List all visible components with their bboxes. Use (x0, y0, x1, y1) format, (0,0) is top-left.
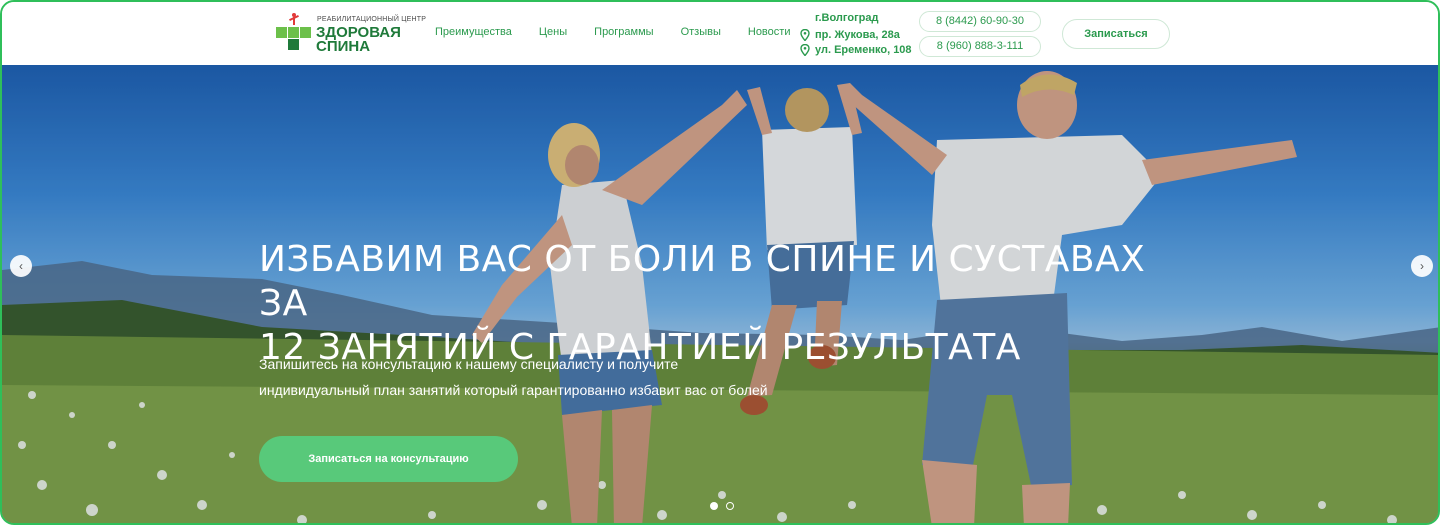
phone-2[interactable]: 8 (960) 888-3-111 (919, 36, 1041, 57)
address-location-2-text: ул. Еременко, 108 (815, 44, 912, 56)
chevron-right-icon: › (1420, 259, 1424, 273)
nav-item-news[interactable]: Новости (748, 26, 791, 38)
hero-subtitle: Запишитесь на консультацию к нашему спец… (259, 351, 819, 403)
address-location-1-text: пр. Жукова, 28а (815, 29, 900, 41)
chevron-left-icon: ‹ (19, 259, 23, 273)
phone-1[interactable]: 8 (8442) 60-90-30 (919, 11, 1041, 32)
slider-dot-2[interactable] (726, 502, 734, 510)
consultation-button[interactable]: Записаться на консультацию (259, 436, 518, 482)
slider-next-button[interactable]: › (1411, 255, 1433, 277)
signup-button[interactable]: Записаться (1062, 19, 1170, 49)
logo-kicker: РЕАБИЛИТАЦИОННЫЙ ЦЕНТР (317, 16, 427, 23)
slider-dot-1[interactable] (710, 502, 718, 510)
logo-title-line2: СПИНА (316, 38, 371, 55)
slider-prev-button[interactable]: ‹ (10, 255, 32, 277)
nav-item-programs[interactable]: Программы (594, 26, 653, 38)
nav-item-reviews[interactable]: Отзывы (681, 26, 721, 38)
site-header: РЕАБИЛИТАЦИОННЫЙ ЦЕНТР ЗДОРОВАЯ СПИНА Пр… (2, 2, 1438, 65)
nav-item-prices[interactable]: Цены (539, 26, 567, 38)
hero-subtitle-line1: Запишитесь на консультацию к нашему спец… (259, 356, 679, 372)
page-frame: РЕАБИЛИТАЦИОННЫЙ ЦЕНТР ЗДОРОВАЯ СПИНА Пр… (0, 0, 1440, 525)
logo[interactable]: РЕАБИЛИТАЦИОННЫЙ ЦЕНТР ЗДОРОВАЯ СПИНА (273, 13, 426, 55)
main-nav: Преимущества Цены Программы Отзывы Новос… (435, 26, 790, 38)
address-city: г.Волгоград (815, 12, 879, 24)
nav-item-advantages[interactable]: Преимущества (435, 26, 512, 38)
location-pin-icon (800, 44, 810, 56)
address-location-1[interactable]: пр. Жукова, 28а (800, 29, 900, 41)
location-pin-icon (800, 29, 810, 41)
hero-subtitle-line2: индивидуальный план занятий который гара… (259, 382, 768, 398)
address-location-2[interactable]: ул. Еременко, 108 (800, 44, 912, 56)
hero-title-line1: ИЗБАВИМ ВАС ОТ БОЛИ В СПИНЕ И СУСТАВАХ З… (259, 239, 1146, 324)
logo-icon (273, 13, 313, 51)
